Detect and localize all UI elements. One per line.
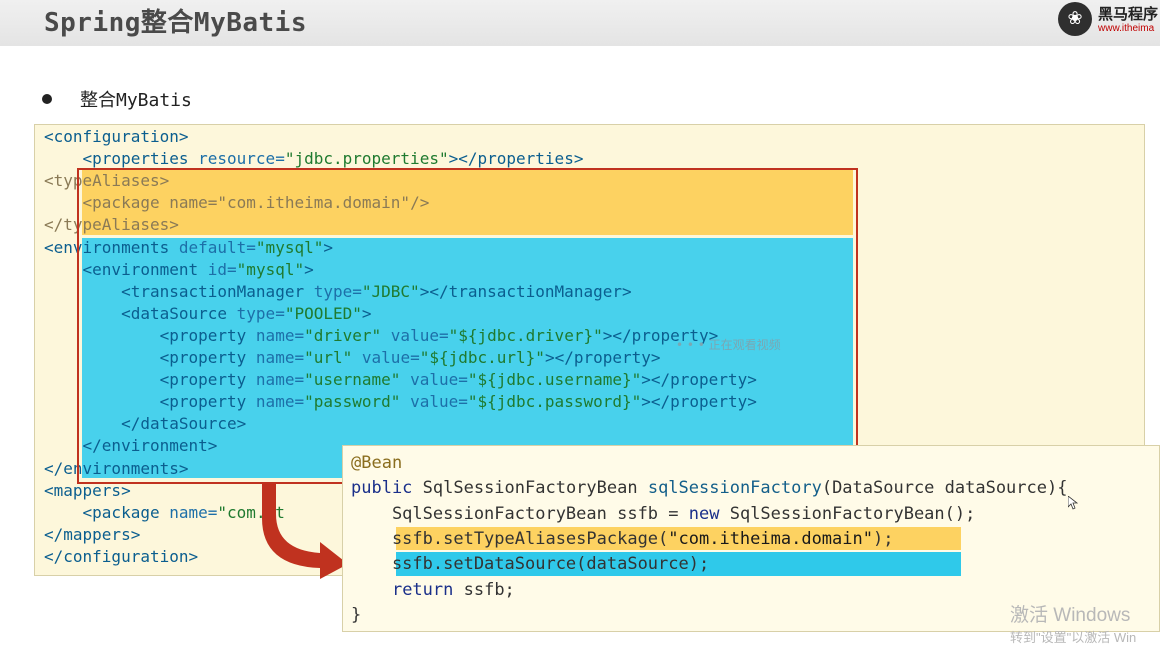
- slide-title: Spring整合MyBatis: [44, 8, 307, 38]
- slide-header: Spring整合MyBatis ❀ 黑马程序 www.itheima: [0, 0, 1160, 46]
- code-token: }: [351, 604, 362, 625]
- bullet-dot-icon: [42, 94, 52, 104]
- code-token: );: [872, 528, 894, 549]
- code-token: resource=: [198, 149, 285, 169]
- code-token: new: [688, 503, 730, 524]
- code-token: ssfb;: [463, 579, 515, 600]
- code-line: <package name="com.it: [44, 502, 285, 524]
- code-line: <properties resource="jdbc.properties"><…: [44, 148, 584, 170]
- code-token: public: [351, 478, 423, 499]
- code-line: </mappers>: [44, 524, 140, 546]
- code-token: @Bean: [351, 453, 403, 473]
- code-token: ssfb.setDataSource(dataSource);: [351, 554, 710, 575]
- code-line: ssfb.setTypeAliasesPackage("com.itheima.…: [351, 527, 894, 552]
- horse-logo-icon: ❀: [1058, 2, 1092, 36]
- code-token: sqlSessionFactory: [647, 478, 822, 499]
- code-line: SqlSessionFactoryBean ssfb = new SqlSess…: [351, 502, 975, 527]
- code-token: ssfb.setTypeAliasesPackage(: [351, 528, 669, 549]
- curved-arrow-icon: [262, 484, 348, 579]
- code-line: @Bean: [351, 451, 402, 476]
- mouse-cursor-icon: [1068, 496, 1078, 510]
- code-token: name=: [169, 502, 218, 522]
- code-line: <configuration>: [44, 126, 189, 148]
- code-line: return ssfb;: [351, 578, 515, 603]
- code-token: </mappers>: [44, 524, 141, 544]
- code-token: "jdbc.properties": [284, 149, 449, 169]
- code-token: <package: [82, 502, 170, 522]
- code-line: public SqlSessionFactoryBean sqlSessionF…: [351, 476, 1067, 501]
- code-token: SqlSessionFactoryBean();: [729, 503, 976, 524]
- code-token: "com.itheima.domain": [668, 528, 873, 549]
- bullet-text: 整合MyBatis: [80, 90, 192, 111]
- code-token: ></properties>: [448, 149, 584, 169]
- logo-name: 黑马程序: [1098, 5, 1159, 23]
- code-token: (DataSource dataSource){: [821, 478, 1068, 499]
- code-token: </configuration>: [44, 546, 199, 566]
- code-line: ssfb.setDataSource(dataSource);: [351, 552, 709, 577]
- video-watermark: • • • 正在观看视频: [676, 338, 781, 352]
- red-highlight-box: [77, 168, 858, 484]
- code-line: </configuration>: [44, 546, 198, 568]
- code-token: SqlSessionFactoryBean: [422, 478, 648, 499]
- brand-logo: ❀ 黑马程序 www.itheima: [1058, 2, 1160, 38]
- logo-url: www.itheima: [1098, 23, 1155, 34]
- code-token: SqlSessionFactoryBean ssfb =: [351, 503, 689, 524]
- code-token: <properties: [82, 149, 199, 169]
- code-token: return: [391, 579, 464, 600]
- code-line: }: [351, 603, 361, 628]
- windows-activation-title: 激活 Windows: [1010, 605, 1131, 626]
- windows-activation-hint: 转到"设置"以激活 Win: [1010, 630, 1137, 645]
- code-token: <configuration>: [44, 127, 189, 146]
